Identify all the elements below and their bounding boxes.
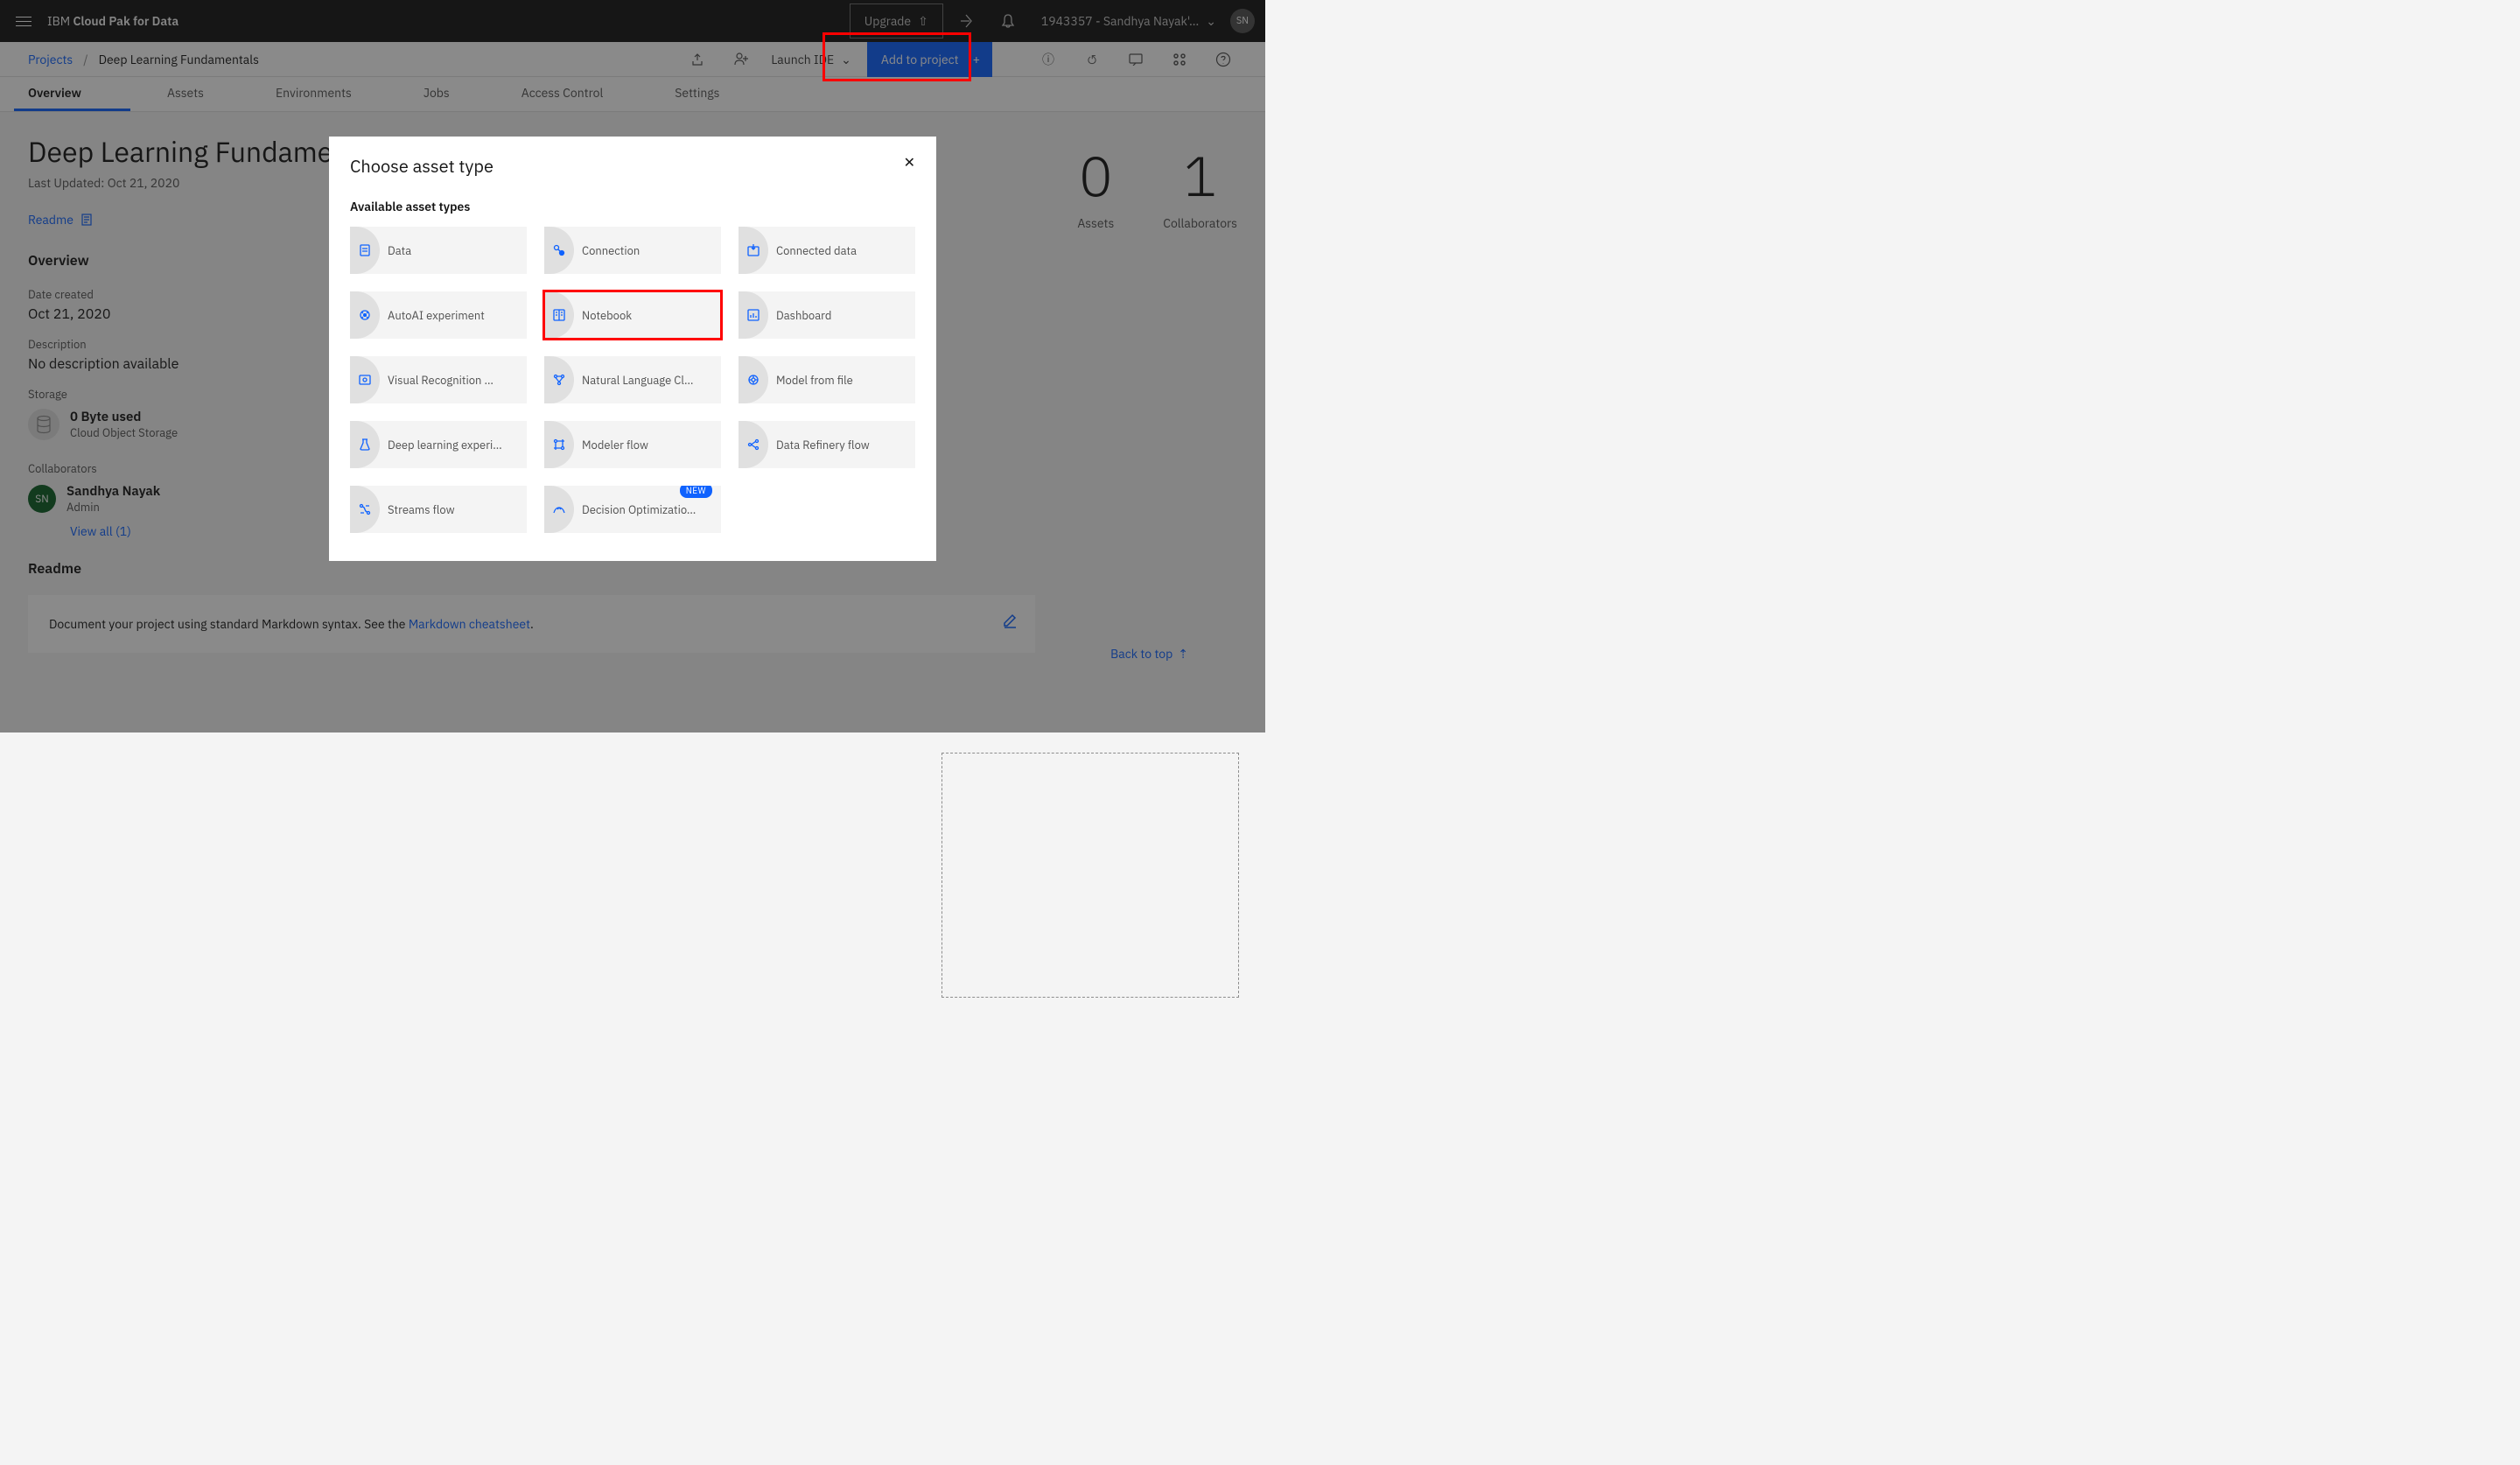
asset-label: Streams flow	[388, 502, 527, 517]
chart-icon	[738, 291, 768, 339]
asset-card-notebook[interactable]: Notebook	[544, 291, 721, 339]
asset-grid: Data Connection Connected data AutoAI exper…	[350, 227, 915, 533]
asset-card-data-refinery-flow[interactable]: Data Refinery flow	[738, 421, 915, 468]
ai-icon	[350, 291, 380, 339]
asset-card-connection[interactable]: Connection	[544, 227, 721, 274]
asset-card-modeler-flow[interactable]: Modeler flow	[544, 421, 721, 468]
decision-icon	[544, 486, 574, 533]
new-badge: NEW	[680, 486, 712, 498]
asset-card-dashboard[interactable]: Dashboard	[738, 291, 915, 339]
flow-icon	[544, 421, 574, 468]
asset-label: Decision Optimizatio…	[582, 502, 721, 517]
stream-icon	[350, 486, 380, 533]
modal-subtitle: Available asset types	[350, 199, 915, 214]
asset-label: AutoAI experiment	[388, 308, 527, 323]
asset-label: Notebook	[582, 308, 721, 323]
asset-label: Data	[388, 243, 527, 258]
asset-label: Connected data	[776, 243, 915, 258]
asset-label: Modeler flow	[582, 438, 721, 452]
choose-asset-type-modal: Choose asset type ✕ Available asset type…	[329, 137, 936, 561]
asset-label: Dashboard	[776, 308, 915, 323]
asset-card-streams-flow[interactable]: Streams flow	[350, 486, 527, 533]
asset-card-visual-recognition[interactable]: Visual Recognition …	[350, 356, 527, 403]
link-icon	[544, 227, 574, 274]
asset-label: Natural Language Cl…	[582, 373, 721, 388]
modal-overlay: Choose asset type ✕ Available asset type…	[0, 0, 1265, 732]
asset-label: Model from file	[776, 373, 915, 388]
modal-title: Choose asset type	[350, 154, 494, 178]
asset-label: Connection	[582, 243, 721, 258]
asset-label: Data Refinery flow	[776, 438, 915, 452]
drop-zone[interactable]	[942, 753, 1239, 998]
nlp-icon	[544, 356, 574, 403]
asset-label: Deep learning experi…	[388, 438, 527, 452]
asset-card-data[interactable]: Data	[350, 227, 527, 274]
model-icon	[738, 356, 768, 403]
flask-icon	[350, 421, 380, 468]
asset-card-decision-optimizatio[interactable]: Decision Optimizatio… NEW	[544, 486, 721, 533]
asset-card-connected-data[interactable]: Connected data	[738, 227, 915, 274]
close-icon[interactable]: ✕	[904, 154, 915, 172]
asset-label: Visual Recognition …	[388, 373, 527, 388]
asset-card-deep-learning-experi[interactable]: Deep learning experi…	[350, 421, 527, 468]
refinery-icon	[738, 421, 768, 468]
asset-card-model-from-file[interactable]: Model from file	[738, 356, 915, 403]
vision-icon	[350, 356, 380, 403]
import-icon	[738, 227, 768, 274]
asset-card-autoai-experiment[interactable]: AutoAI experiment	[350, 291, 527, 339]
asset-card-natural-language-cl[interactable]: Natural Language Cl…	[544, 356, 721, 403]
file-icon	[350, 227, 380, 274]
book-icon	[544, 291, 574, 339]
